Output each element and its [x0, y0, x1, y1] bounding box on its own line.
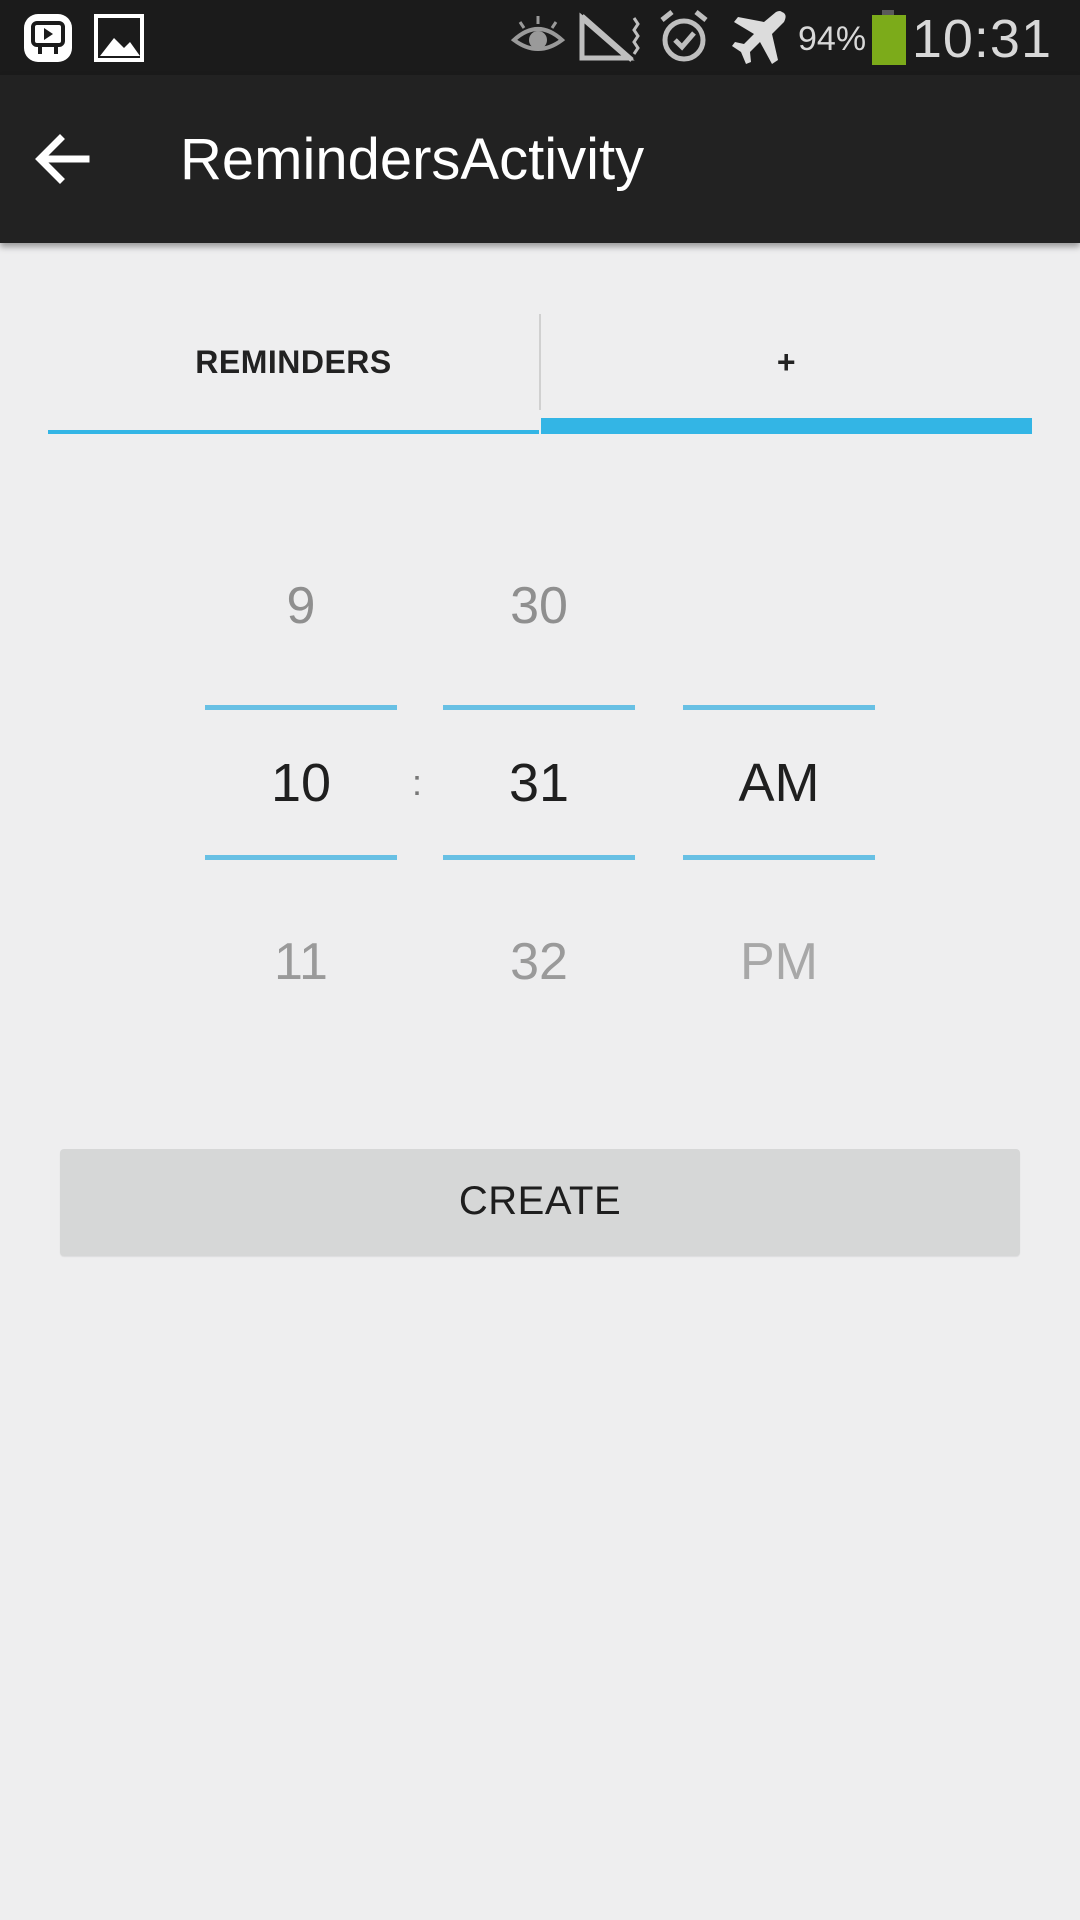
- back-arrow-icon: [30, 134, 120, 203]
- minute-current-value[interactable]: 31: [443, 752, 635, 814]
- tab-indicator-selected: [541, 418, 1032, 434]
- time-picker: 9 10 11 : 30 31 32 AM PM: [0, 500, 1080, 1060]
- no-signal-icon: [574, 0, 646, 75]
- tab-add[interactable]: +: [541, 314, 1032, 434]
- status-bar: 94% 10:31: [0, 0, 1080, 75]
- tab-bar: REMINDERS +: [48, 314, 1032, 434]
- battery-percent: 94%: [798, 20, 867, 58]
- time-separator: :: [412, 762, 423, 803]
- eye-icon: [510, 0, 566, 75]
- hour-current-value[interactable]: 10: [205, 752, 397, 814]
- tab-indicator: [48, 430, 539, 434]
- back-button[interactable]: [30, 119, 120, 199]
- minute-spinner[interactable]: 30 31 32: [443, 500, 635, 1060]
- hour-next-value[interactable]: 11: [205, 932, 397, 992]
- ampm-current-value[interactable]: AM: [683, 752, 875, 814]
- page-title: RemindersActivity: [180, 127, 645, 192]
- selection-divider: [683, 705, 875, 710]
- selection-divider: [205, 705, 397, 710]
- minute-prev-value[interactable]: 30: [443, 576, 635, 636]
- selection-divider: [443, 705, 635, 710]
- create-button-label: CREATE: [458, 1179, 622, 1223]
- status-time: 10:31: [911, 9, 1052, 69]
- selection-divider: [205, 855, 397, 860]
- tab-label: +: [776, 344, 797, 380]
- minute-next-value[interactable]: 32: [443, 932, 635, 992]
- create-button[interactable]: CREATE: [60, 1149, 1020, 1256]
- ampm-spinner[interactable]: AM PM: [683, 500, 875, 1060]
- tab-label: REMINDERS: [195, 344, 392, 380]
- hour-prev-value[interactable]: 9: [205, 576, 397, 636]
- ampm-next-value[interactable]: PM: [683, 932, 875, 992]
- airplane-icon: [730, 0, 792, 75]
- hour-spinner[interactable]: 9 10 11: [205, 500, 397, 1060]
- video-app-icon: [22, 12, 74, 64]
- battery-icon: [870, 0, 910, 75]
- tab-reminders[interactable]: REMINDERS: [48, 314, 539, 434]
- selection-divider: [683, 855, 875, 860]
- action-bar: RemindersActivity: [0, 75, 1080, 243]
- alarm-icon: [656, 0, 712, 75]
- selection-divider: [443, 855, 635, 860]
- gallery-icon: [94, 12, 146, 64]
